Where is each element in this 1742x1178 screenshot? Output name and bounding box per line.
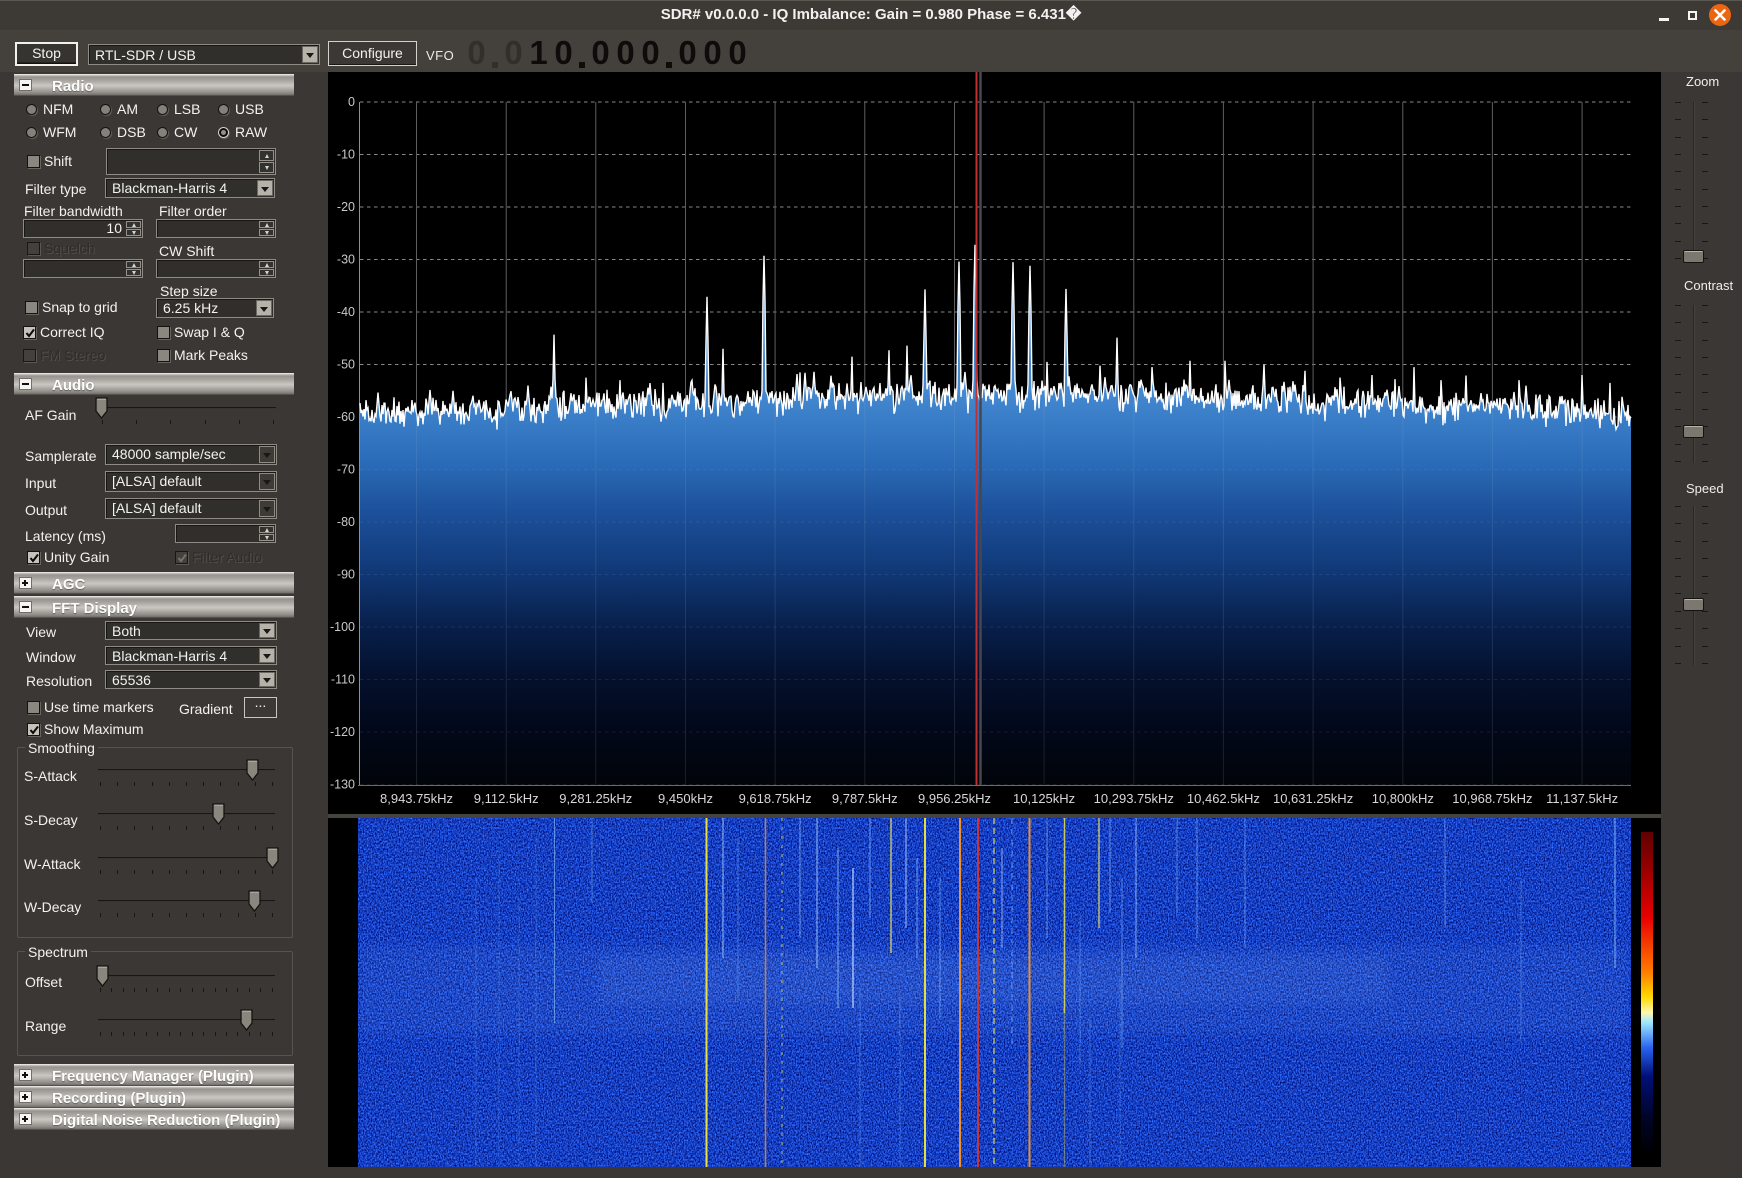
svg-text:10,968.75kHz: 10,968.75kHz — [1452, 791, 1532, 806]
svg-text:-130: -130 — [330, 778, 355, 792]
svg-text:9,956.25kHz: 9,956.25kHz — [918, 791, 991, 806]
svg-text:0: 0 — [348, 95, 355, 109]
svg-text:-40: -40 — [337, 305, 355, 319]
svg-text:-50: -50 — [337, 358, 355, 372]
svg-text:10,800kHz: 10,800kHz — [1372, 791, 1434, 806]
svg-text:-30: -30 — [337, 253, 355, 267]
svg-text:-10: -10 — [337, 148, 355, 162]
svg-text:10,293.75kHz: 10,293.75kHz — [1094, 791, 1174, 806]
svg-text:-70: -70 — [337, 463, 355, 477]
svg-text:-120: -120 — [330, 725, 355, 739]
svg-text:10,631.25kHz: 10,631.25kHz — [1273, 791, 1353, 806]
svg-text:-80: -80 — [337, 515, 355, 529]
svg-text:10,125kHz: 10,125kHz — [1013, 791, 1075, 806]
svg-text:-110: -110 — [331, 673, 355, 687]
svg-text:9,618.75kHz: 9,618.75kHz — [739, 791, 812, 806]
svg-text:-60: -60 — [337, 410, 355, 424]
svg-text:9,787.5kHz: 9,787.5kHz — [832, 791, 898, 806]
svg-text:8,943.75kHz: 8,943.75kHz — [380, 791, 453, 806]
svg-text:-20: -20 — [337, 200, 355, 214]
svg-text:11,137.5kHz: 11,137.5kHz — [1546, 791, 1618, 806]
svg-text:9,112.5kHz: 9,112.5kHz — [474, 791, 539, 806]
svg-text:-100: -100 — [330, 620, 355, 634]
svg-text:9,281.25kHz: 9,281.25kHz — [559, 791, 632, 806]
svg-text:9,450kHz: 9,450kHz — [658, 791, 713, 806]
svg-text:-90: -90 — [337, 568, 355, 582]
svg-text:10,462.5kHz: 10,462.5kHz — [1187, 791, 1260, 806]
